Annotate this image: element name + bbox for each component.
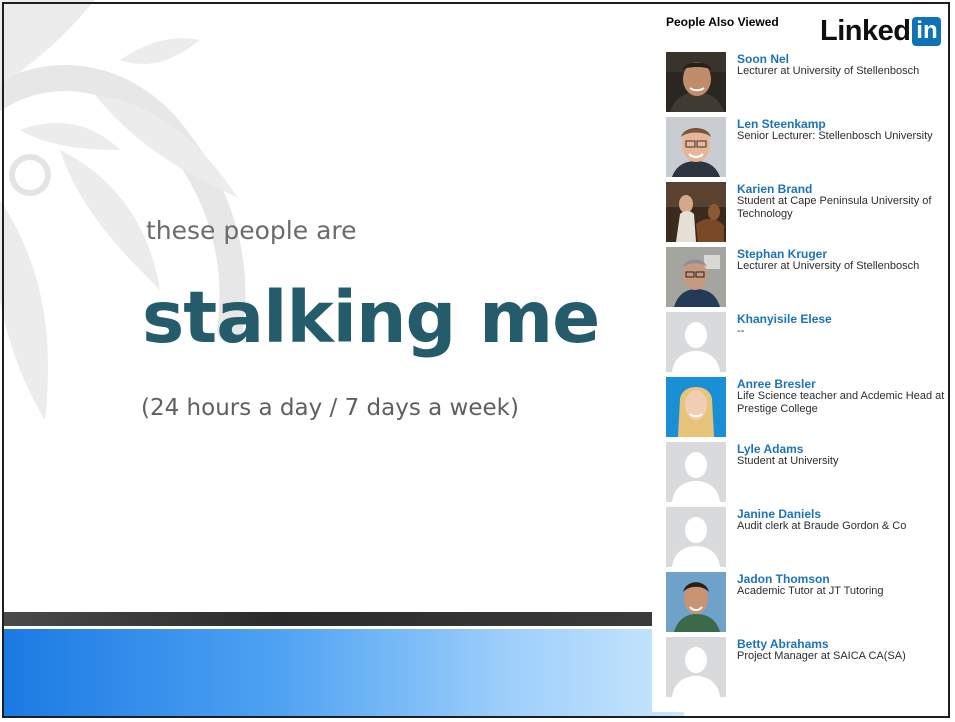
person-len-steenkamp[interactable]: Len Steenkamp Senior Lecturer: Stellenbo… (666, 117, 950, 179)
person-lyle-adams[interactable]: Lyle Adams Student at University (666, 442, 950, 504)
linkedin-in-icon: in (912, 16, 942, 46)
person-anree-bresler[interactable]: Anree Bresler Life Science teacher and A… (666, 377, 950, 439)
person-name-link[interactable]: Betty Abrahams (737, 637, 829, 651)
person-headline: Project Manager at SAICA CA(SA) (737, 650, 906, 662)
person-soon-nel[interactable]: Soon Nel Lecturer at University of Stell… (666, 52, 950, 114)
person-headline: Lecturer at University of Stellenbosch (737, 260, 920, 272)
person-headline: Student at University (737, 455, 839, 467)
person-headline: Academic Tutor at JT Tutoring (737, 585, 884, 597)
person-name-link[interactable]: Anree Bresler (737, 377, 816, 391)
person-khanyisile-elese[interactable]: Khanyisile Elese -- (666, 312, 950, 374)
person-headline: -- (737, 325, 745, 337)
person-headline: Life Science teacher and Acdemic Head at… (737, 390, 945, 415)
person-headline: Audit clerk at Braude Gordon & Co (737, 520, 907, 532)
slide-headline: stalking me (142, 276, 600, 359)
person-janine-daniels[interactable]: Janine Daniels Audit clerk at Braude Gor… (666, 507, 950, 569)
profile-photo-avatar[interactable] (666, 52, 726, 112)
person-name-link[interactable]: Karien Brand (737, 182, 812, 196)
person-betty-abrahams[interactable]: Betty Abrahams Project Manager at SAICA … (666, 637, 950, 699)
person-name-link[interactable]: Jadon Thomson (737, 572, 830, 586)
profile-photo-avatar[interactable] (666, 377, 726, 437)
default-avatar-icon[interactable] (666, 312, 726, 372)
profile-photo-avatar[interactable] (666, 117, 726, 177)
people-also-viewed-panel: People Also Viewed Linked in Soon Nel Le… (652, 6, 950, 712)
default-avatar-icon[interactable] (666, 637, 726, 697)
person-name-link[interactable]: Soon Nel (737, 52, 789, 66)
person-name-link[interactable]: Stephan Kruger (737, 247, 827, 261)
default-avatar-icon[interactable] (666, 507, 726, 567)
linkedin-logo: Linked in (820, 14, 942, 48)
presentation-slide: these people are stalking me (24 hours a… (0, 0, 955, 722)
blue-footer-band (4, 629, 684, 718)
person-name-link[interactable]: Len Steenkamp (737, 117, 826, 131)
profile-photo-avatar[interactable] (666, 182, 726, 242)
person-name-link[interactable]: Lyle Adams (737, 442, 803, 456)
default-avatar-icon[interactable] (666, 442, 726, 502)
person-name-link[interactable]: Khanyisile Elese (737, 312, 832, 326)
person-karien-brand[interactable]: Karien Brand Student at Cape Peninsula U… (666, 182, 950, 244)
linkedin-logo-text: Linked (820, 15, 911, 47)
slide-kicker: these people are (146, 216, 357, 245)
profile-photo-avatar[interactable] (666, 247, 726, 307)
person-headline: Senior Lecturer: Stellenbosch University (737, 130, 933, 142)
person-jadon-thomson[interactable]: Jadon Thomson Academic Tutor at JT Tutor… (666, 572, 950, 634)
person-headline: Lecturer at University of Stellenbosch (737, 65, 920, 77)
panel-title: People Also Viewed (666, 15, 779, 29)
dark-footer-band (4, 612, 684, 626)
slide-subline: (24 hours a day / 7 days a week) (141, 395, 519, 421)
profile-photo-avatar[interactable] (666, 572, 726, 632)
person-headline: Student at Cape Peninsula University of … (737, 195, 932, 220)
person-stephan-kruger[interactable]: Stephan Kruger Lecturer at University of… (666, 247, 950, 309)
person-name-link[interactable]: Janine Daniels (737, 507, 821, 521)
